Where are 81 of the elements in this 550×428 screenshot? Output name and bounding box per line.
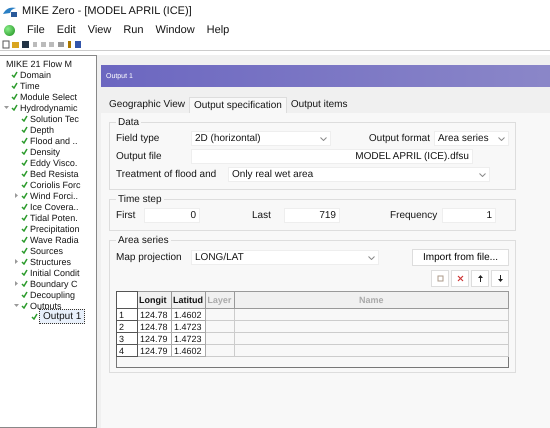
chevron-down-icon (368, 256, 375, 260)
tree-item[interactable]: Initial Condit (29, 268, 81, 278)
delete-row-button[interactable] (451, 270, 469, 287)
expander-icon[interactable] (14, 259, 20, 264)
expander-icon[interactable] (4, 105, 10, 110)
expander-icon[interactable] (14, 193, 20, 198)
tree-item[interactable]: Module Select (19, 92, 78, 102)
tree-item[interactable]: Wave Radia (29, 234, 80, 244)
chevron-down-icon (320, 136, 327, 140)
menu-item[interactable]: Run (123, 24, 144, 36)
window-title: MIKE Zero - [MODEL APRIL (ICE)] (22, 5, 192, 17)
row-number: 1 (116, 308, 138, 320)
field-label: Output format (368, 133, 430, 144)
field-label: Treatment of flood and (116, 169, 218, 180)
tree-item[interactable]: Hydrodynamic (19, 102, 79, 112)
tree-item[interactable]: Density (29, 146, 62, 156)
tree-item[interactable]: Bed Resista (29, 168, 80, 178)
field-label: Output file (116, 151, 163, 162)
menu-item[interactable]: Window (156, 24, 195, 36)
group-title: Area series (117, 235, 170, 246)
column-header: Name (234, 292, 508, 308)
group-title: Data (117, 117, 140, 128)
row-number: 3 (116, 332, 138, 344)
expander-icon[interactable] (14, 303, 20, 308)
tree-item[interactable]: Solution Tec (29, 114, 80, 124)
column-header (116, 292, 138, 308)
last-field[interactable]: 719 (284, 208, 340, 223)
column-header: Longit (138, 292, 172, 308)
tree-item[interactable]: Domain (19, 70, 52, 80)
tree-item[interactable]: Precipitation (29, 224, 81, 234)
menu-item[interactable]: File (27, 24, 45, 36)
app-ball-icon (4, 24, 15, 36)
move-up-button[interactable] (471, 270, 489, 287)
move-down-button[interactable] (491, 270, 509, 287)
field-type-dropdown[interactable]: 2D (horizontal) (191, 131, 331, 146)
chevron-down-icon (498, 136, 505, 140)
field-label: First (116, 210, 136, 221)
tree-item[interactable]: Eddy Visco. (29, 158, 78, 168)
add-row-button[interactable] (431, 270, 449, 287)
tab[interactable]: Geographic View (105, 97, 189, 113)
frequency-field[interactable]: 1 (442, 208, 496, 223)
menu-item[interactable]: Help (206, 24, 230, 36)
field-label: Field type (116, 133, 160, 144)
output-file-field[interactable]: MODEL APRIL (ICE).dfsu (191, 149, 473, 164)
menu-item[interactable]: Edit (56, 24, 76, 36)
tree-item[interactable]: Outputs (29, 300, 63, 310)
tree-root-item[interactable]: MIKE 21 Flow M (0, 58, 96, 69)
delete-icon (456, 275, 464, 282)
tree-item[interactable]: Tidal Poten. (29, 212, 79, 222)
column-header: Latitud (171, 292, 206, 308)
expander-icon[interactable] (14, 281, 20, 286)
field-label: Last (252, 210, 272, 221)
tree-item[interactable]: Sources (29, 246, 64, 256)
menu-item[interactable]: View (88, 24, 112, 36)
group-title: Time step (117, 194, 163, 205)
column-header: Layer (206, 292, 234, 308)
output-format-dropdown[interactable]: Area series (434, 131, 509, 146)
import-button[interactable]: Import from file... (412, 249, 509, 266)
field-label: Map projection (116, 252, 183, 263)
tree-item[interactable]: Boundary C (29, 278, 79, 288)
tree-item[interactable]: Structures (29, 256, 72, 266)
down-arrow-icon (496, 275, 504, 282)
tree-item[interactable]: Coriolis Forc (29, 180, 82, 190)
tab[interactable]: Output items (286, 97, 352, 113)
tree-item[interactable]: Wind Forci.. (29, 190, 80, 200)
up-arrow-icon (476, 275, 484, 282)
tree-item[interactable]: Output 1 (39, 309, 86, 324)
row-number: 2 (116, 320, 138, 332)
tree-item[interactable]: Depth (29, 124, 56, 134)
map-projection-dropdown[interactable]: LONG/LAT (191, 250, 379, 265)
tree-item[interactable]: Time (19, 80, 41, 90)
square-icon (436, 275, 444, 282)
tab[interactable]: Output specification (188, 97, 287, 113)
chevron-down-icon (479, 172, 486, 176)
tree-item[interactable]: Decoupling (29, 290, 76, 300)
first-field[interactable]: 0 (144, 208, 200, 223)
tree-item[interactable]: Flood and .. (29, 136, 79, 146)
treatment-dropdown[interactable]: Only real wet area (228, 167, 490, 182)
field-label: Frequency (390, 210, 438, 221)
row-number: 4 (116, 344, 138, 356)
tree-item[interactable]: Ice Covera.. (29, 202, 80, 212)
